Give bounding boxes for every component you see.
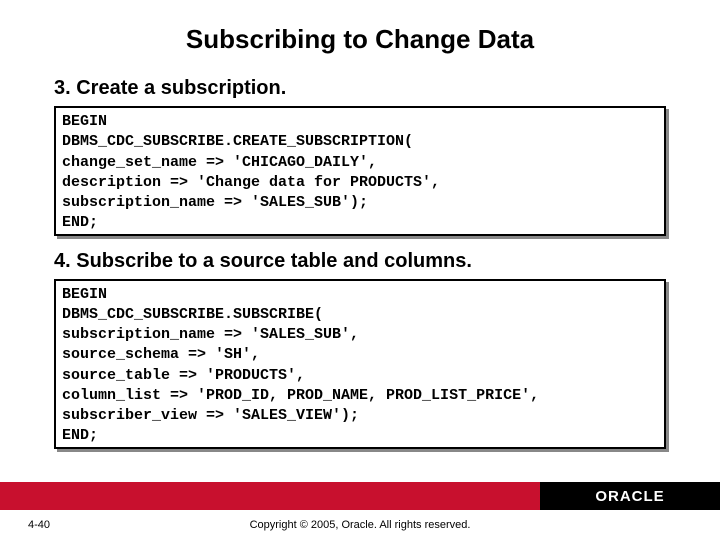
content-area: 3. Create a subscription. BEGIN DBMS_CDC… (0, 77, 720, 449)
black-band: ORACLE (540, 482, 720, 510)
slide-number: 4-40 (0, 519, 90, 531)
red-band (0, 482, 540, 510)
footer-text-row: 4-40 Copyright © 2005, Oracle. All right… (0, 510, 720, 540)
footer-color-band: ORACLE (0, 482, 720, 510)
copyright-text: Copyright © 2005, Oracle. All rights res… (90, 519, 720, 531)
code-block-create-subscription: BEGIN DBMS_CDC_SUBSCRIBE.CREATE_SUBSCRIP… (54, 106, 666, 236)
slide-title: Subscribing to Change Data (0, 0, 720, 73)
code-block-subscribe: BEGIN DBMS_CDC_SUBSCRIBE.SUBSCRIBE( subs… (54, 279, 666, 449)
step-4-heading: 4. Subscribe to a source table and colum… (54, 250, 666, 273)
step-3-heading: 3. Create a subscription. (54, 77, 666, 100)
slide: Subscribing to Change Data 3. Create a s… (0, 0, 720, 540)
oracle-logo: ORACLE (595, 488, 664, 505)
